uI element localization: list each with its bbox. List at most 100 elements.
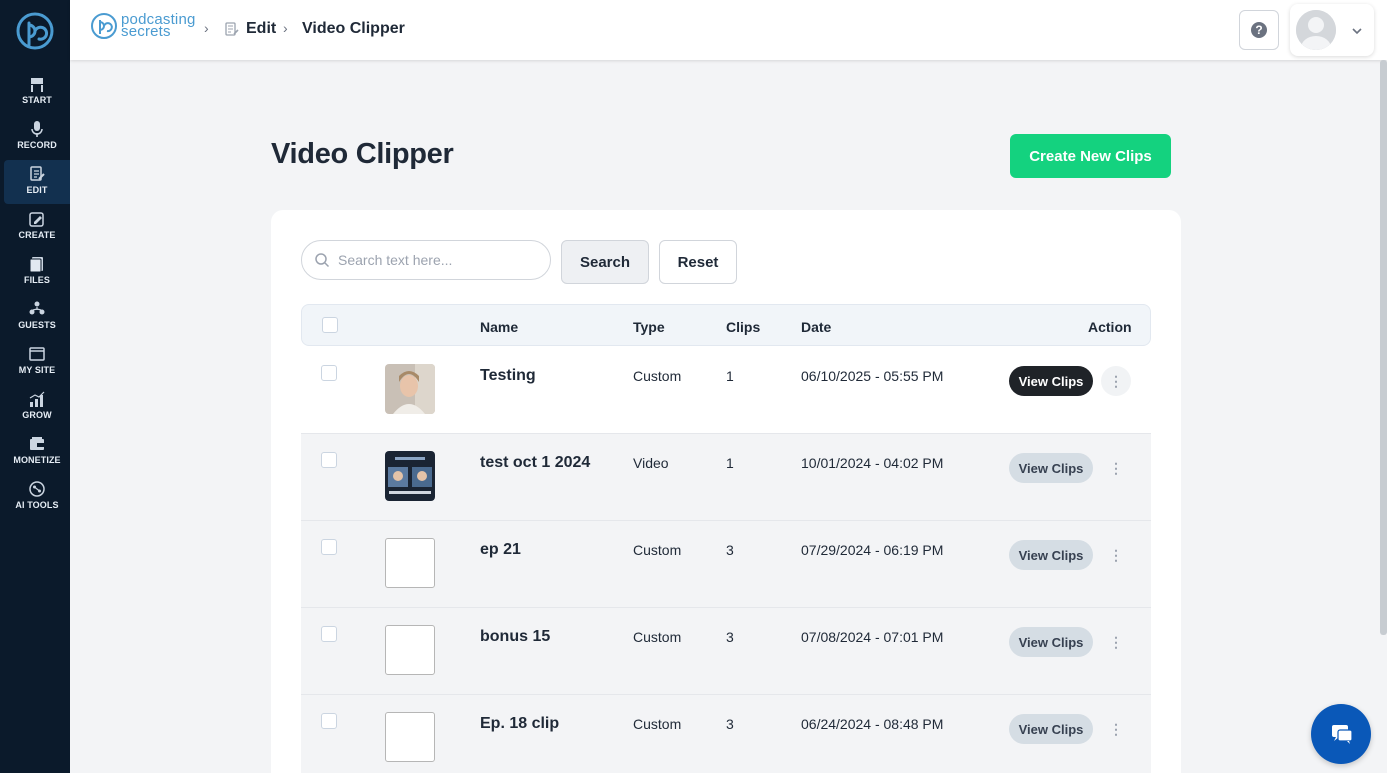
create-icon (29, 212, 44, 227)
sidebar-item-label: MY SITE (18, 365, 56, 375)
row-name: Ep. 18 clip (480, 715, 560, 732)
row-clips: 1 (726, 368, 734, 384)
user-menu[interactable] (1290, 4, 1374, 56)
row-clips: 3 (726, 716, 734, 732)
brand-logo-icon (91, 13, 117, 39)
sidebar-item-label: CREATE (18, 230, 56, 240)
sidebar: START RECORD EDIT CREATE FILES GUESTS MY… (0, 0, 70, 773)
chevron-down-icon (1352, 28, 1362, 35)
row-clips: 3 (726, 542, 734, 558)
view-clips-button[interactable]: View Clips (1009, 540, 1093, 570)
help-icon: ? (1251, 22, 1267, 38)
breadcrumb-edit[interactable]: Edit (246, 20, 276, 38)
search-input[interactable] (338, 252, 528, 268)
view-clips-button[interactable]: View Clips (1009, 366, 1093, 396)
row-date: 06/24/2024 - 08:48 PM (801, 716, 944, 732)
search-icon (315, 253, 330, 268)
column-header-action: Action (1088, 319, 1132, 335)
view-clips-button[interactable]: View Clips (1009, 453, 1093, 483)
help-button[interactable]: ? (1239, 10, 1279, 50)
monetize-icon (30, 437, 44, 450)
site-icon (29, 347, 45, 361)
search-button[interactable]: Search (561, 240, 649, 284)
row-checkbox[interactable] (321, 713, 337, 729)
user-placeholder-icon (1296, 10, 1336, 50)
table-header: Name Type Clips Date Action (301, 304, 1151, 346)
more-options-icon[interactable]: ⋮ (1101, 453, 1131, 483)
row-checkbox[interactable] (321, 626, 337, 642)
sidebar-item-record[interactable]: RECORD (4, 115, 70, 159)
sidebar-item-grow[interactable]: GROW (4, 385, 70, 429)
row-type: Custom (633, 542, 682, 558)
row-type: Custom (633, 368, 682, 384)
svg-text:?: ? (1255, 23, 1262, 37)
ai-tools-icon (29, 481, 45, 497)
table-row: bonus 15 Custom 3 07/08/2024 - 07:01 PM … (301, 608, 1151, 695)
avatar (1296, 10, 1336, 50)
table-row: ep 21 Custom 3 07/29/2024 - 06:19 PM Vie… (301, 521, 1151, 608)
column-header-name[interactable]: Name (480, 319, 518, 335)
sidebar-item-files[interactable]: FILES (4, 250, 70, 294)
sidebar-item-my-site[interactable]: MY SITE (4, 340, 70, 384)
row-clips: 3 (726, 629, 734, 645)
chevron-right-icon: › (283, 20, 288, 36)
row-name: bonus 15 (480, 628, 551, 645)
broken-image-thumbnail[interactable] (385, 712, 435, 762)
more-options-icon[interactable]: ⋮ (1101, 714, 1131, 744)
view-clips-button[interactable]: View Clips (1009, 627, 1093, 657)
sidebar-item-label: START (22, 95, 52, 105)
reset-button[interactable]: Reset (659, 240, 737, 284)
start-icon (31, 78, 43, 92)
chevron-right-icon: › (204, 20, 209, 36)
row-date: 07/29/2024 - 06:19 PM (801, 542, 944, 558)
sidebar-item-label: AI TOOLS (15, 500, 59, 510)
clips-card: Search Reset Name Type Clips Date Action… (271, 210, 1181, 773)
row-checkbox[interactable] (321, 452, 337, 468)
sidebar-item-create[interactable]: CREATE (4, 205, 70, 249)
select-all-checkbox[interactable] (322, 317, 338, 333)
video-thumbnail[interactable] (385, 451, 435, 501)
broken-image-thumbnail[interactable] (385, 538, 435, 588)
edit-icon (30, 166, 45, 181)
page-scrollbar[interactable] (1380, 60, 1387, 635)
column-header-type[interactable]: Type (633, 319, 665, 335)
table-row: Testing Custom 1 06/10/2025 - 05:55 PM V… (301, 347, 1151, 434)
sidebar-item-label: MONETIZE (13, 455, 61, 465)
row-name: test oct 1 2024 (480, 454, 591, 471)
column-header-clips[interactable]: Clips (726, 319, 760, 335)
chat-button[interactable] (1311, 704, 1371, 764)
video-thumbnail[interactable] (385, 364, 435, 414)
sidebar-item-label: EDIT (26, 185, 48, 195)
search-box[interactable] (301, 240, 551, 280)
view-clips-button[interactable]: View Clips (1009, 714, 1093, 744)
more-options-icon[interactable]: ⋮ (1101, 540, 1131, 570)
sidebar-item-start[interactable]: START (4, 70, 70, 114)
breadcrumb-current: Video Clipper (302, 20, 405, 37)
column-header-date[interactable]: Date (801, 319, 831, 335)
brand-logo[interactable]: podcasting secrets (90, 12, 196, 40)
row-type: Video (633, 455, 669, 471)
page-title: Video Clipper (271, 138, 454, 170)
create-new-clips-button[interactable]: Create New Clips (1010, 134, 1171, 178)
app-logo-icon[interactable] (15, 11, 55, 51)
sidebar-item-edit[interactable]: EDIT (4, 160, 70, 204)
table-row: Ep. 18 clip Custom 3 06/24/2024 - 08:48 … (301, 695, 1151, 773)
files-icon (29, 257, 43, 273)
row-date: 06/10/2025 - 05:55 PM (801, 368, 944, 384)
sidebar-item-ai-tools[interactable]: AI TOOLS (4, 475, 70, 519)
top-header: podcasting secrets › Edit › Video Clippe… (70, 0, 1387, 60)
sidebar-item-label: GROW (22, 410, 52, 420)
sidebar-item-monetize[interactable]: MONETIZE (4, 430, 70, 474)
row-checkbox[interactable] (321, 539, 337, 555)
table-row: test oct 1 2024 Video 1 10/01/2024 - 04:… (301, 434, 1151, 521)
grow-icon (29, 391, 45, 407)
guests-icon (29, 301, 45, 315)
row-type: Custom (633, 716, 682, 732)
sidebar-item-guests[interactable]: GUESTS (4, 295, 70, 339)
more-options-icon[interactable]: ⋮ (1101, 366, 1131, 396)
row-name: Testing (480, 367, 536, 384)
broken-image-thumbnail[interactable] (385, 625, 435, 675)
chat-icon (1332, 725, 1353, 744)
more-options-icon[interactable]: ⋮ (1101, 627, 1131, 657)
row-checkbox[interactable] (321, 365, 337, 381)
